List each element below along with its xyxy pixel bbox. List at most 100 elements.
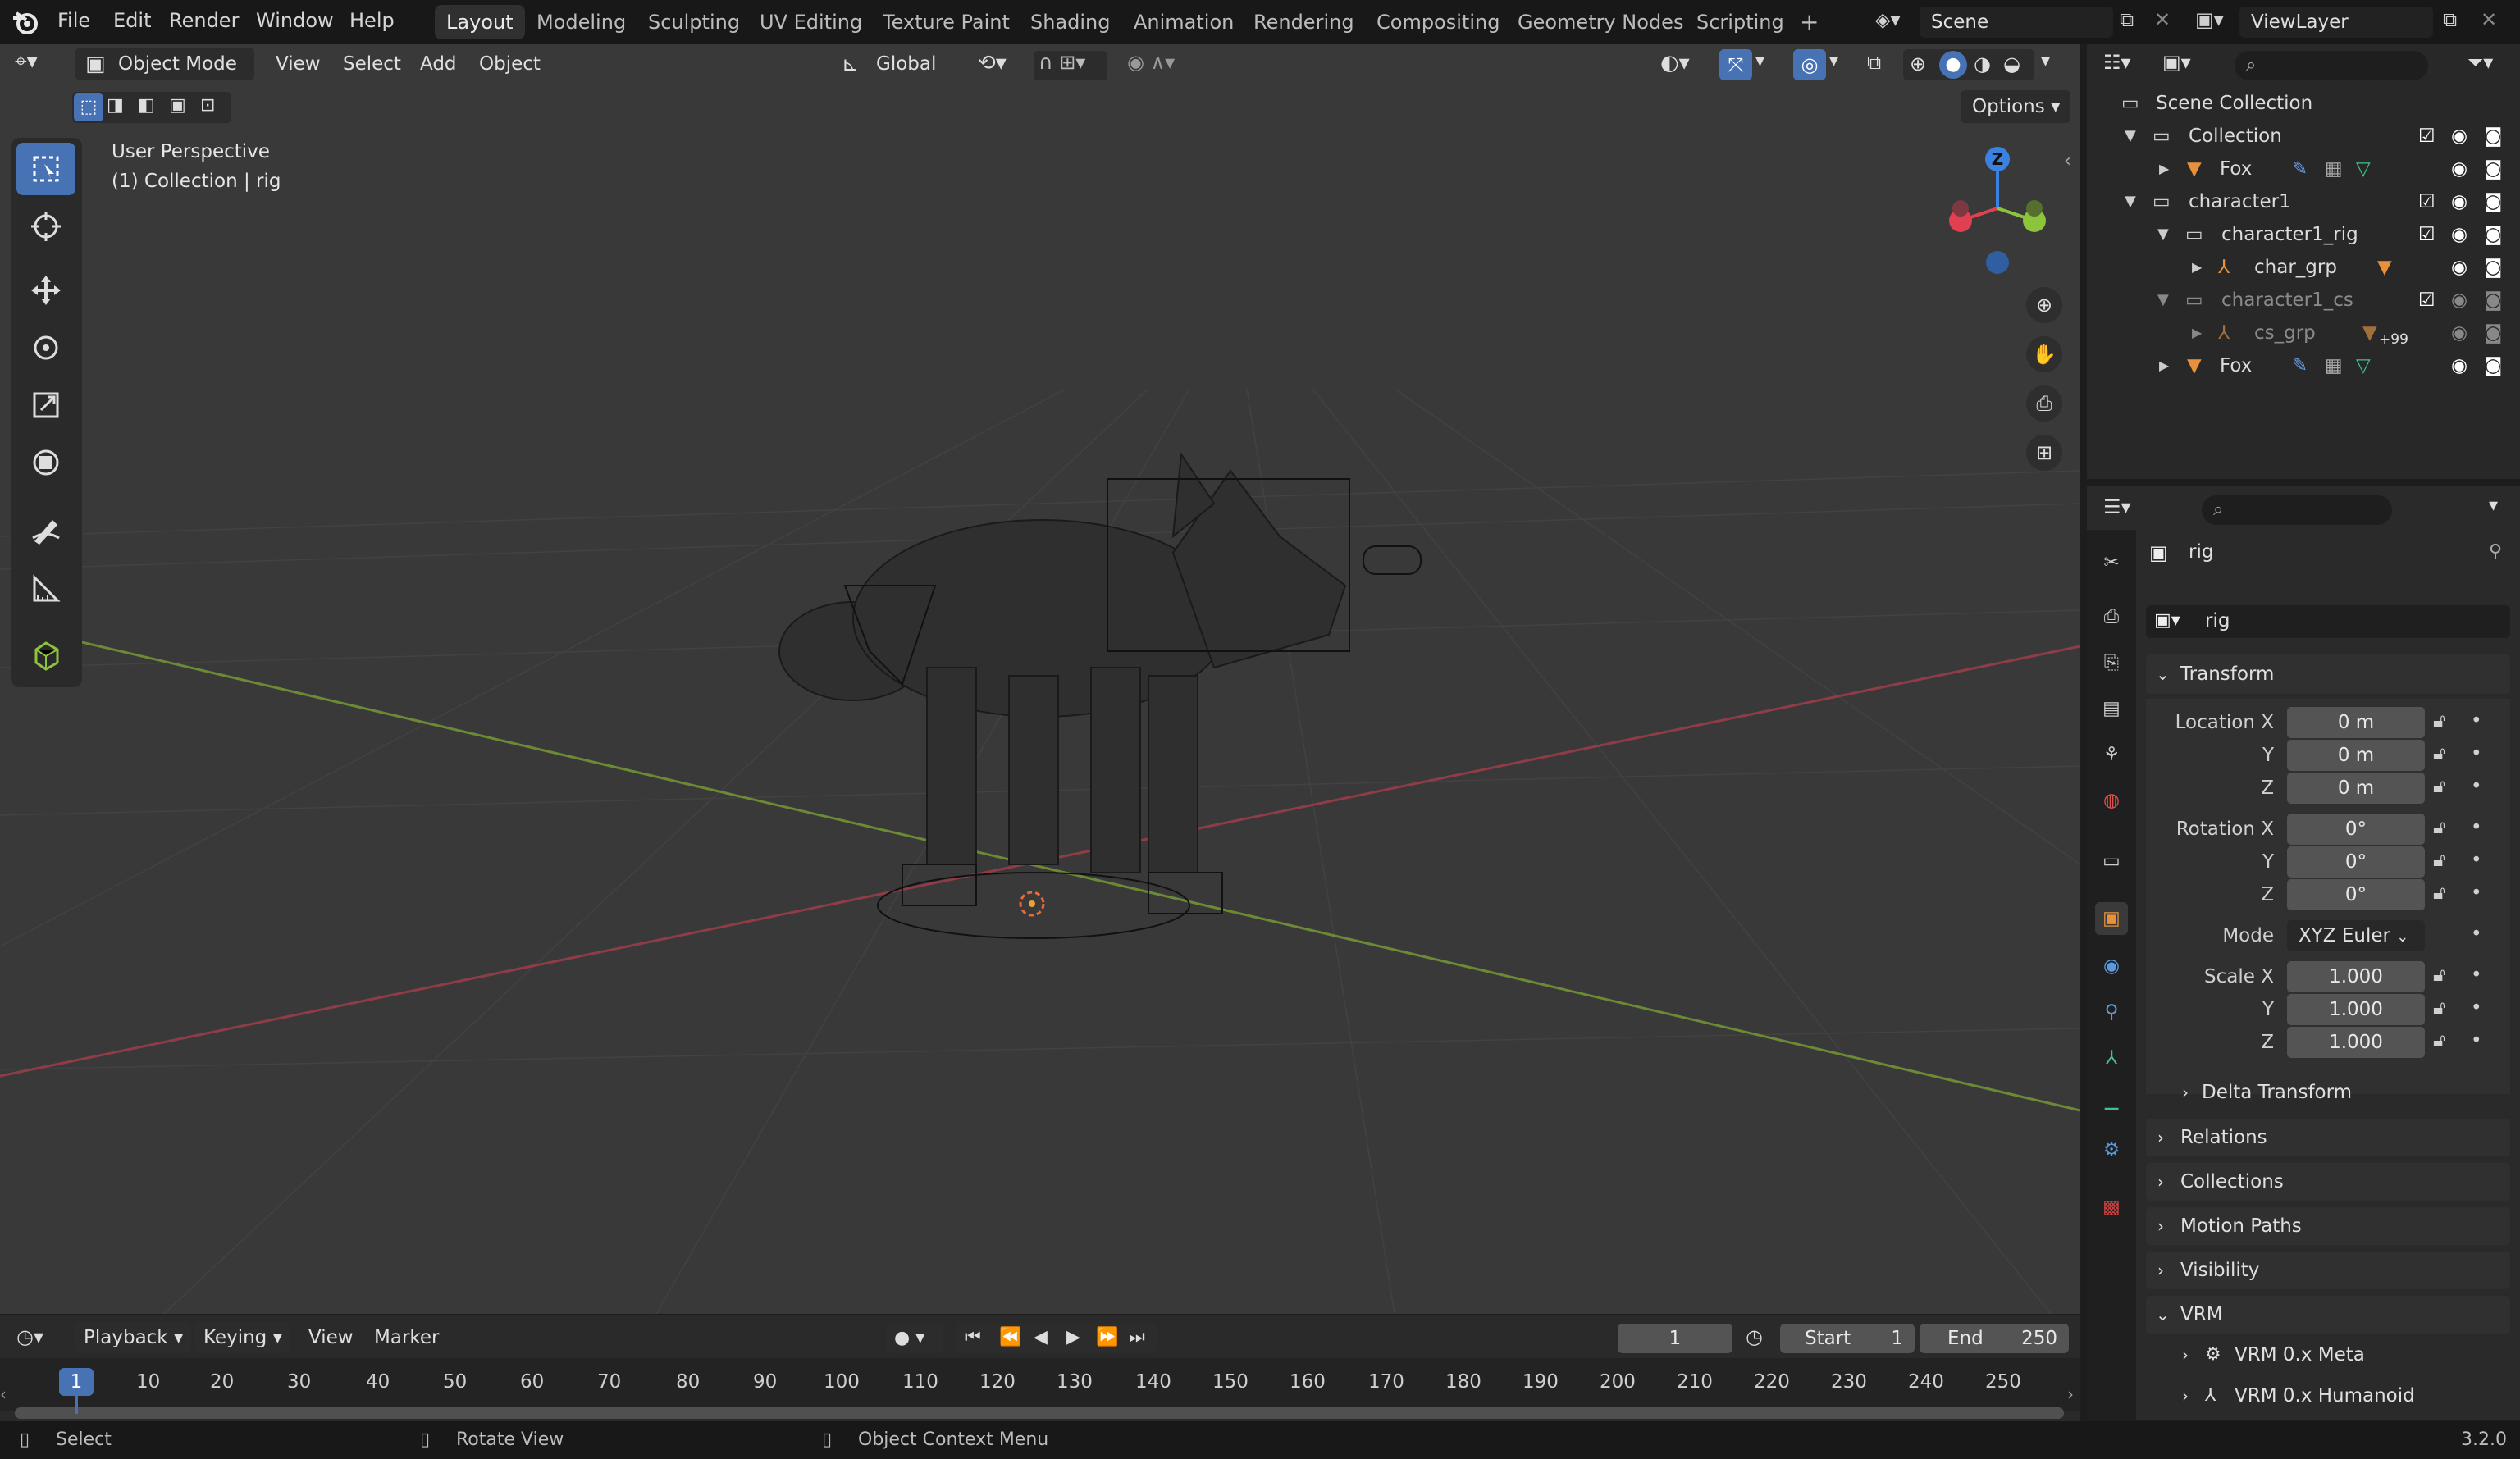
start-frame-field[interactable]: Start 1 bbox=[1780, 1324, 1915, 1353]
camera-icon[interactable]: ◙ bbox=[2484, 218, 2502, 251]
lock-icon[interactable]: 🔓︎ bbox=[2433, 743, 2445, 764]
collections-panel-header[interactable]: › Collections bbox=[2146, 1163, 2510, 1201]
current-frame-field[interactable]: 1 bbox=[1618, 1324, 1732, 1353]
view-layer-tab-icon[interactable]: ▤ bbox=[2095, 692, 2128, 725]
object-datablock-field[interactable]: ▣▾ rig bbox=[2146, 605, 2510, 638]
shading-dropdown-icon[interactable]: ▾ bbox=[2041, 51, 2050, 71]
keyframe-dot-icon[interactable]: • bbox=[2471, 923, 2482, 945]
camera-icon[interactable]: ◙ bbox=[2484, 251, 2502, 284]
3d-viewport[interactable]: User Perspective (1) Collection | rig Z … bbox=[0, 44, 2080, 1314]
rendered-shading-icon[interactable]: ◒ bbox=[2003, 52, 2020, 75]
keyframe-dot-icon[interactable]: • bbox=[2471, 743, 2482, 764]
camera-icon[interactable]: ◙ bbox=[2484, 185, 2502, 218]
select-intersect-icon[interactable]: ⊡ bbox=[200, 95, 215, 116]
select-new-icon[interactable]: ⬚ bbox=[74, 93, 103, 121]
delta-transform-subpanel[interactable]: › Delta Transform bbox=[2156, 1076, 2500, 1109]
jump-end-icon[interactable]: ⏭ bbox=[1129, 1327, 1145, 1347]
object-tab-icon[interactable]: ▣ bbox=[2095, 902, 2128, 935]
eye-icon[interactable]: ◉ bbox=[2451, 317, 2468, 349]
jump-keyframe-forward-icon[interactable]: ⏩ bbox=[1096, 1327, 1118, 1347]
transform-panel-header[interactable]: ⌄ Transform bbox=[2146, 654, 2510, 694]
bone-constraints-tab-icon[interactable]: ⚙ bbox=[2095, 1133, 2128, 1166]
camera-icon[interactable]: ◙ bbox=[2484, 349, 2502, 382]
solid-shading-icon[interactable]: ● bbox=[1939, 51, 1967, 79]
checkbox-icon[interactable]: ☑ bbox=[2418, 284, 2436, 317]
jump-start-icon[interactable]: ⏮ bbox=[965, 1327, 981, 1347]
collection-tab-icon[interactable]: ▭ bbox=[2095, 845, 2128, 878]
expand-arrow-icon[interactable]: ▶ bbox=[2159, 349, 2169, 382]
pin-icon[interactable]: ⚲ bbox=[2489, 541, 2502, 562]
keying-menu[interactable]: Keying ▾ bbox=[195, 1322, 291, 1353]
menu-object[interactable]: Object bbox=[479, 48, 541, 80]
outliner-search-input[interactable]: ⌕ bbox=[2235, 51, 2428, 80]
physics-tab-icon[interactable]: ◉ bbox=[2095, 950, 2128, 983]
new-view-layer-icon[interactable]: ⧉ bbox=[2443, 8, 2457, 31]
xray-toggle-icon[interactable]: ⧉ bbox=[1867, 51, 1881, 74]
tab-modeling[interactable]: Modeling bbox=[525, 5, 637, 39]
relations-panel-header[interactable]: › Relations bbox=[2146, 1119, 2510, 1156]
outliner-row-char-grp[interactable]: ▶ ⅄ char_grp ▼ ◉ ◙ bbox=[2087, 251, 2520, 284]
tab-rendering[interactable]: Rendering bbox=[1242, 5, 1366, 39]
navigation-gizmo[interactable]: Z bbox=[1936, 143, 2059, 282]
output-tab-icon[interactable]: ⎘ bbox=[2095, 646, 2128, 679]
expand-arrow-icon[interactable]: ▼ bbox=[2125, 185, 2136, 218]
location-x-field[interactable]: 0 m bbox=[2287, 707, 2425, 738]
checkbox-icon[interactable]: ☑ bbox=[2418, 185, 2436, 218]
select-subtract-icon[interactable]: ◧ bbox=[138, 95, 155, 116]
expand-arrow-icon[interactable]: ▶ bbox=[2192, 251, 2202, 284]
timeline-scroll-left-icon[interactable]: ‹ bbox=[0, 1384, 7, 1404]
orientation-dropdown[interactable]: ⊾ Global bbox=[833, 48, 965, 80]
select-box-tool-icon[interactable] bbox=[16, 143, 75, 195]
eye-icon[interactable]: ◉ bbox=[2451, 153, 2468, 185]
object-mode-dropdown[interactable]: ▣ Object Mode bbox=[75, 48, 254, 80]
auto-keying-icon[interactable]: ● ▾ bbox=[886, 1324, 943, 1353]
overlays-toggle-icon[interactable]: ◎ bbox=[1793, 49, 1826, 80]
editor-type-icon[interactable]: ⌖▾ bbox=[15, 49, 38, 75]
expand-arrow-icon[interactable]: ▼ bbox=[2157, 284, 2169, 317]
object-data-tab-icon[interactable]: ⅄ bbox=[2095, 1042, 2128, 1074]
playback-menu[interactable]: Playback ▾ bbox=[75, 1322, 192, 1353]
add-cube-tool-icon[interactable] bbox=[16, 628, 75, 681]
camera-icon[interactable]: ◙ bbox=[2484, 153, 2502, 185]
annotate-tool-icon[interactable] bbox=[16, 504, 75, 556]
menu-add[interactable]: Add bbox=[420, 48, 457, 80]
overlays-dropdown-icon[interactable]: ▾ bbox=[1829, 51, 1838, 71]
bone-tab-icon[interactable]: ⚊ bbox=[2095, 1087, 2128, 1120]
expand-arrow-icon[interactable]: ▼ bbox=[2125, 120, 2136, 153]
location-y-field[interactable]: 0 m bbox=[2287, 740, 2425, 771]
outliner-row-cs-grp[interactable]: ▶ ⅄ cs_grp ▼ +99 ◉ ◙ bbox=[2087, 317, 2520, 349]
menu-window[interactable]: Window bbox=[256, 0, 334, 44]
menu-render[interactable]: Render bbox=[169, 0, 239, 44]
checkbox-icon[interactable]: ☑ bbox=[2418, 120, 2436, 153]
rotate-tool-icon[interactable] bbox=[16, 321, 75, 374]
camera-view-icon[interactable]: ⎙ bbox=[2026, 385, 2062, 422]
cursor-tool-icon[interactable] bbox=[16, 200, 75, 253]
lock-icon[interactable]: 🔓︎ bbox=[2433, 817, 2445, 838]
perspective-toggle-icon[interactable]: ⊞ bbox=[2026, 435, 2062, 471]
play-icon[interactable]: ▶ bbox=[1066, 1327, 1080, 1347]
lock-icon[interactable]: 🔓︎ bbox=[2433, 850, 2445, 871]
timeline-scroll-right-icon[interactable]: › bbox=[2067, 1384, 2074, 1404]
keyframe-dot-icon[interactable]: • bbox=[2471, 817, 2482, 838]
end-frame-field[interactable]: End 250 bbox=[1920, 1324, 2069, 1353]
vrm-humanoid-subpanel[interactable]: › ⅄ VRM 0.x Humanoid bbox=[2156, 1379, 2500, 1412]
checkbox-icon[interactable]: ☑ bbox=[2418, 218, 2436, 251]
scale-x-field[interactable]: 1.000 bbox=[2287, 961, 2425, 992]
view-layer-icon[interactable]: ▣▾ bbox=[2195, 8, 2224, 31]
playhead-current-frame[interactable]: 1 bbox=[59, 1368, 94, 1396]
add-workspace-icon[interactable]: + bbox=[1788, 5, 1830, 39]
vrm-meta-subpanel[interactable]: › ⚙ VRM 0.x Meta bbox=[2156, 1338, 2500, 1371]
scene-tab-icon[interactable]: ⚘ bbox=[2095, 738, 2128, 771]
expand-arrow-icon[interactable]: ▶ bbox=[2159, 153, 2169, 185]
constraints-tab-icon[interactable]: ⚲ bbox=[2095, 996, 2128, 1028]
eye-icon[interactable]: ◉ bbox=[2451, 251, 2468, 284]
camera-icon[interactable]: ◙ bbox=[2484, 120, 2502, 153]
eye-icon[interactable]: ◉ bbox=[2451, 185, 2468, 218]
outliner-row-character1[interactable]: ▼ ▭ character1 ☑ ◉ ◙ bbox=[2087, 185, 2520, 218]
scene-name-field[interactable]: Scene bbox=[1920, 7, 2113, 38]
outliner-row-fox[interactable]: ▶ ▼ Fox ✎ ▦ ▽ ◉ ◙ bbox=[2087, 153, 2520, 185]
gizmo-dropdown-icon[interactable]: ▾ bbox=[1755, 51, 1764, 71]
rotation-x-field[interactable]: 0° bbox=[2287, 814, 2425, 845]
snap-icon[interactable]: ∩ ⊞▾ bbox=[1034, 51, 1107, 80]
lock-icon[interactable]: 🔓︎ bbox=[2433, 776, 2445, 797]
